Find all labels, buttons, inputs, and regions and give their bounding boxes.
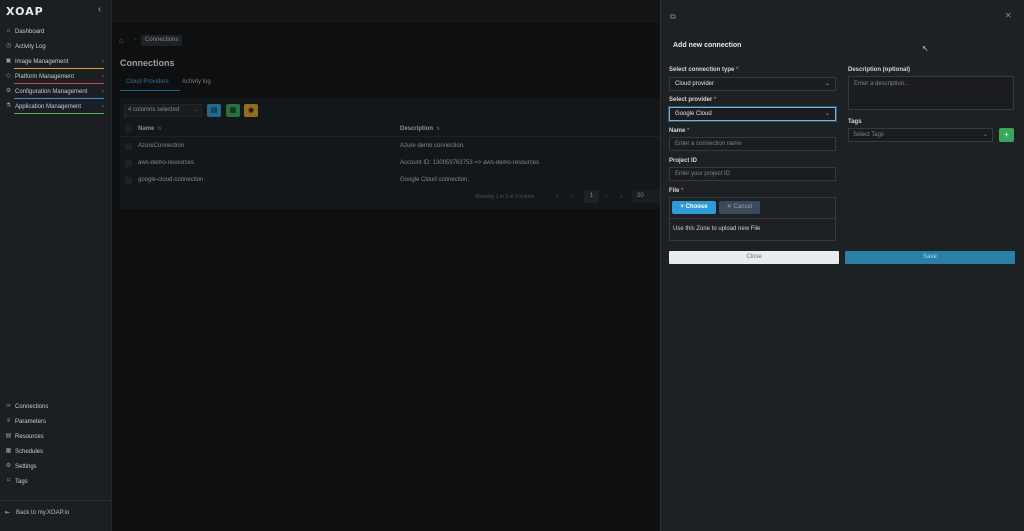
label-text: Select provider	[669, 97, 713, 103]
sidebar-item-resources[interactable]: ▤ Resources	[0, 429, 112, 444]
home-icon: ⌂	[6, 28, 11, 34]
sidebar-item-application-management[interactable]: ⚗ Application Management ›	[0, 99, 112, 114]
upload-hint: Use this Zone to upload new File	[673, 226, 761, 232]
provider-label: Select provider *	[669, 97, 716, 103]
connection-name-input[interactable]: Enter a connection name	[669, 137, 836, 151]
calendar-icon: ▦	[5, 448, 12, 454]
sidebar-item-platform-management[interactable]: ◇ Platform Management ›	[0, 69, 112, 84]
panel-title: Add new connection	[673, 42, 742, 49]
sidebar-item-tags[interactable]: ⌑ Tags	[0, 474, 112, 489]
connection-type-label: Select connection type *	[669, 67, 738, 73]
mouse-cursor-icon: ↖	[922, 44, 929, 53]
sidebar-item-settings[interactable]: ⚙ Settings	[0, 459, 112, 474]
sidebar-nav-top: ⌂ Dashboard ◷ Activity Log ▣ Image Manag…	[0, 24, 112, 114]
back-link-label: Back to my.XOAP.io	[16, 509, 70, 516]
close-button[interactable]: Close	[669, 251, 839, 264]
sidebar-item-label: Application Management	[15, 103, 82, 110]
sidebar-item-configuration-management[interactable]: ⚙ Configuration Management ›	[0, 84, 112, 99]
sidebar-item-label: Platform Management	[15, 73, 75, 80]
sidebar-item-label: Configuration Management	[15, 88, 88, 95]
config-icon: ⚙	[5, 88, 12, 94]
button-label: Cancel	[733, 204, 753, 210]
add-tag-button[interactable]: +	[999, 128, 1014, 142]
expand-panel-icon[interactable]: ⧉	[670, 12, 676, 22]
file-label: File *	[669, 188, 683, 194]
chevron-down-icon: ⌄	[982, 132, 988, 138]
required-marker: *	[681, 188, 684, 194]
chevron-right-icon: ›	[102, 73, 104, 80]
required-marker: *	[687, 128, 690, 134]
image-icon: ▣	[5, 58, 12, 64]
back-link[interactable]: ⇤ Back to my.XOAP.io	[5, 509, 70, 517]
sidebar-divider	[0, 500, 112, 501]
tag-icon: ⌑	[6, 478, 11, 484]
arrow-left-icon: ⇤	[5, 510, 11, 516]
name-label: Name *	[669, 128, 689, 134]
project-id-input[interactable]: Enter your project ID	[669, 167, 836, 181]
sidebar-item-label: Resources	[15, 433, 44, 440]
required-marker: *	[714, 97, 717, 103]
provider-select[interactable]: Google Cloud ⌄	[669, 107, 836, 121]
sidebar-nav-bottom: ∞ Connections ≡ Parameters ▤ Resources ▦…	[0, 399, 112, 489]
plus-icon: +	[1004, 130, 1009, 139]
tags-label: Tags	[848, 119, 862, 125]
sidebar-item-image-management[interactable]: ▣ Image Management ›	[0, 54, 112, 69]
background-overlay[interactable]	[112, 0, 660, 531]
cancel-upload-button[interactable]: ✕ Cancel	[719, 201, 760, 214]
select-value: Cloud provider	[675, 81, 715, 87]
save-button[interactable]: Save	[845, 251, 1015, 264]
required-marker: *	[736, 67, 739, 73]
sidebar-item-activity-log[interactable]: ◷ Activity Log	[0, 39, 112, 54]
choose-file-button[interactable]: + Choose	[672, 201, 716, 214]
close-icon: ✕	[726, 204, 734, 210]
label-text: Select connection type	[669, 67, 735, 73]
sidebar-item-label: Parameters	[15, 418, 47, 425]
chevron-right-icon: ›	[102, 88, 104, 95]
sidebar-item-label: Tags	[15, 478, 28, 485]
project-id-label: Project ID	[669, 158, 698, 164]
sidebar-item-label: Dashboard	[15, 28, 45, 35]
sidebar-item-label: Connections	[15, 403, 49, 410]
sidebar-item-label: Settings	[15, 463, 37, 470]
collapse-sidebar-icon[interactable]: ‹	[98, 4, 101, 15]
button-label: Choose	[685, 204, 708, 210]
connection-type-select[interactable]: Cloud provider ⌄	[669, 77, 836, 91]
chevron-right-icon: ›	[102, 58, 104, 65]
select-placeholder: Select Tags	[853, 132, 884, 138]
xoap-logo[interactable]: XOAP	[6, 5, 44, 18]
sidebar-item-label: Activity Log	[15, 43, 46, 50]
description-textarea[interactable]: Enter a description...	[848, 76, 1014, 110]
sidebar: XOAP ‹ ⌂ Dashboard ◷ Activity Log ▣ Imag…	[0, 0, 112, 531]
box-icon: ▤	[5, 433, 12, 439]
clock-icon: ◷	[5, 43, 12, 49]
link-icon: ∞	[6, 403, 11, 409]
sidebar-item-parameters[interactable]: ≡ Parameters	[0, 414, 112, 429]
label-text: File	[669, 188, 680, 194]
gear-icon: ⚙	[5, 463, 12, 469]
chevron-down-icon: ⌄	[824, 81, 830, 87]
app-icon: ⚗	[5, 103, 12, 109]
tags-select[interactable]: Select Tags ⌄	[848, 128, 993, 142]
sidebar-item-dashboard[interactable]: ⌂ Dashboard	[0, 24, 112, 39]
select-value: Google Cloud	[675, 111, 712, 117]
sidebar-item-connections[interactable]: ∞ Connections	[0, 399, 112, 414]
chevron-down-icon: ⌄	[824, 111, 830, 117]
accent-line	[14, 113, 104, 114]
sidebar-item-label: Schedules	[15, 448, 44, 455]
chevron-right-icon: ›	[102, 103, 104, 110]
platform-icon: ◇	[6, 73, 11, 79]
sidebar-item-schedules[interactable]: ▦ Schedules	[0, 444, 112, 459]
close-panel-icon[interactable]: ✕	[1005, 11, 1012, 20]
description-label: Description (optional)	[848, 67, 910, 73]
label-text: Name	[669, 128, 686, 134]
sidebar-item-label: Image Management	[15, 58, 69, 65]
list-icon: ≡	[6, 418, 11, 424]
